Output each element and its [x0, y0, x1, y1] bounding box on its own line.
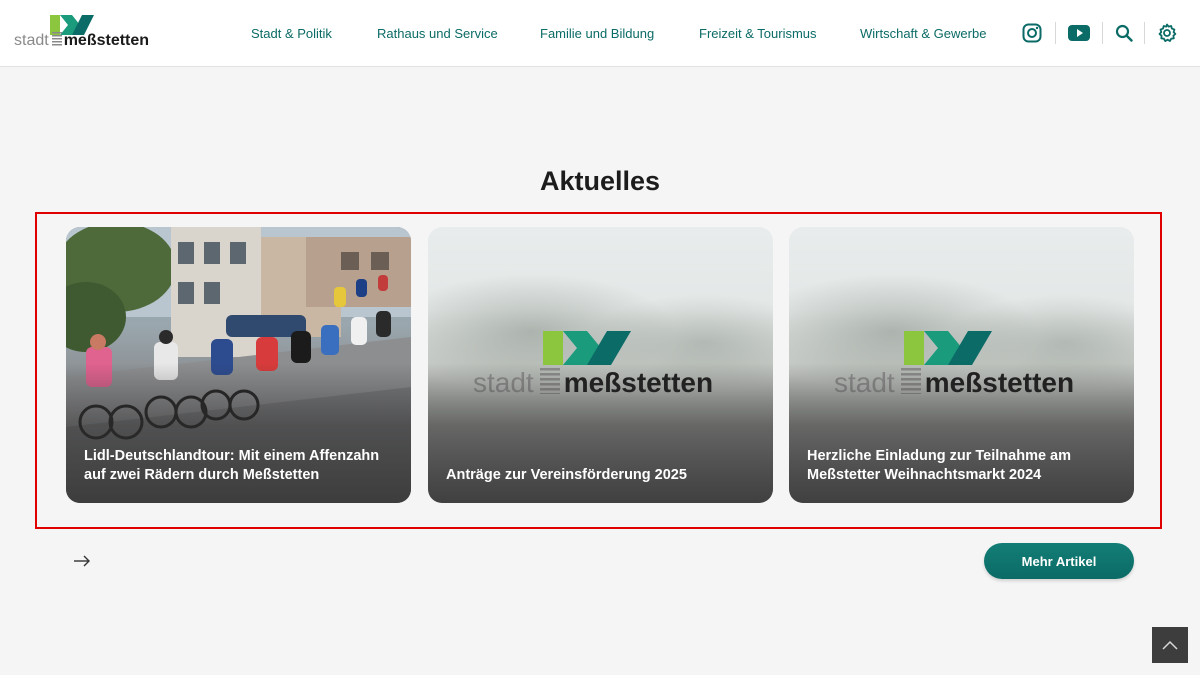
- article-title[interactable]: Herzliche Einladung zur Teilnahme am Meß…: [807, 447, 1116, 485]
- logo-mark-icon: [543, 331, 631, 365]
- article-card[interactable]: Lidl-Deutschlandtour: Mit einem Affenzah…: [66, 227, 411, 503]
- logo-mark-icon: [904, 331, 992, 365]
- nav-item-wirtschaft-gewerbe[interactable]: Wirtschaft & Gewerbe: [860, 26, 986, 41]
- chevron-up-icon: [1162, 640, 1178, 650]
- nav-item-rathaus-service[interactable]: Rathaus und Service: [377, 26, 498, 41]
- search-icon[interactable]: [1113, 22, 1135, 44]
- nav-item-freizeit-tourismus[interactable]: Freizeit & Tourismus: [699, 26, 817, 41]
- site-header: stadt meßstetten Stadt & Politik Rathaus …: [0, 0, 1200, 67]
- arrow-right-icon[interactable]: [72, 552, 92, 570]
- article-title[interactable]: Anträge zur Vereinsförderung 2025: [446, 466, 755, 485]
- gear-icon[interactable]: [1156, 22, 1178, 44]
- youtube-icon[interactable]: [1068, 22, 1090, 44]
- header-separator: [1144, 22, 1145, 44]
- nav-item-stadt-politik[interactable]: Stadt & Politik: [251, 26, 332, 41]
- header-separator: [1102, 22, 1103, 44]
- logo-lines: [51, 32, 62, 46]
- article-card[interactable]: stadtmeßstetten Anträge zur Vereinsförde…: [428, 227, 773, 503]
- logo-wordmark: stadt meßstetten: [14, 32, 149, 50]
- logo-text-bold: meßstetten: [63, 32, 150, 49]
- article-title[interactable]: Lidl-Deutschlandtour: Mit einem Affenzah…: [84, 447, 393, 485]
- nav-item-familie-bildung[interactable]: Familie und Bildung: [540, 26, 654, 41]
- site-logo[interactable]: stadt meßstetten: [14, 12, 149, 56]
- logo-text-light: stadt: [14, 32, 49, 49]
- more-articles-button[interactable]: Mehr Artikel: [984, 543, 1134, 579]
- article-card[interactable]: stadtmeßstetten Herzliche Einladung zur …: [789, 227, 1134, 503]
- header-separator: [1055, 22, 1056, 44]
- section-title: Aktuelles: [539, 166, 661, 196]
- instagram-icon[interactable]: [1021, 22, 1043, 44]
- back-to-top-button[interactable]: [1152, 627, 1188, 663]
